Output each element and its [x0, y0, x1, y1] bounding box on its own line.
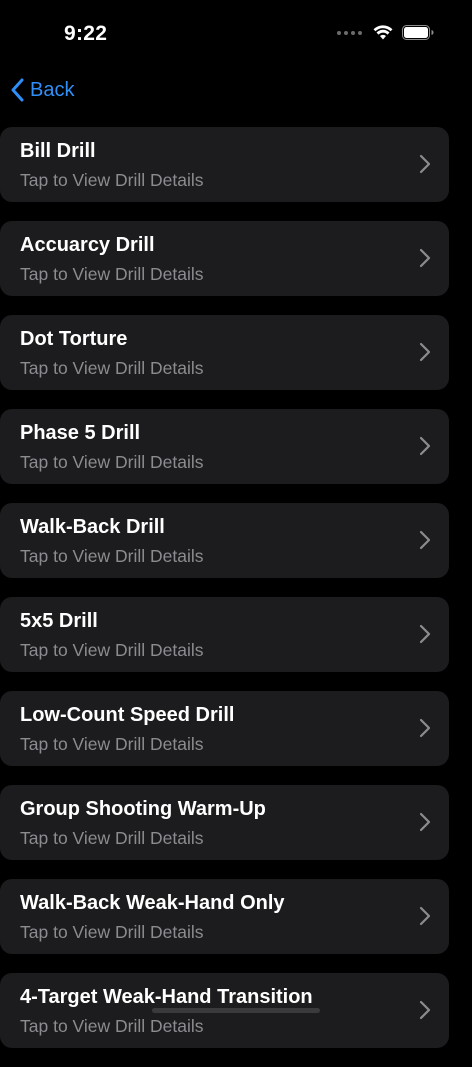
list-item[interactable]: Walk-Back Weak-Hand Only Tap to View Dri… — [0, 879, 449, 954]
list-item[interactable]: Low-Count Speed Drill Tap to View Drill … — [0, 691, 449, 766]
status-icons — [337, 25, 434, 40]
list-item[interactable]: Accuarcy Drill Tap to View Drill Details — [0, 221, 449, 296]
drill-subtitle: Tap to View Drill Details — [20, 452, 204, 472]
list-item[interactable]: 5x5 Drill Tap to View Drill Details — [0, 597, 449, 672]
battery-icon — [402, 25, 434, 40]
chevron-right-icon — [419, 436, 431, 456]
drill-subtitle: Tap to View Drill Details — [20, 546, 204, 566]
back-label: Back — [30, 78, 75, 101]
drill-subtitle: Tap to View Drill Details — [20, 170, 204, 190]
cellular-signal-icon — [337, 30, 362, 35]
wifi-icon — [373, 25, 393, 40]
drill-title: Dot Torture — [20, 328, 128, 350]
drill-title: Low-Count Speed Drill — [20, 704, 235, 726]
chevron-right-icon — [419, 812, 431, 832]
drill-title: Walk-Back Drill — [20, 516, 165, 538]
back-button[interactable]: Back — [10, 78, 74, 102]
chevron-right-icon — [419, 624, 431, 644]
list-item[interactable]: Walk-Back Drill Tap to View Drill Detail… — [0, 503, 449, 578]
chevron-right-icon — [419, 154, 431, 174]
chevron-right-icon — [419, 342, 431, 362]
drill-subtitle: Tap to View Drill Details — [20, 922, 204, 942]
chevron-right-icon — [419, 248, 431, 268]
chevron-left-icon — [11, 78, 24, 102]
drill-subtitle: Tap to View Drill Details — [20, 734, 204, 754]
chevron-right-icon — [419, 906, 431, 926]
drill-title: 4-Target Weak-Hand Transition — [20, 986, 313, 1008]
list-item[interactable]: Bill Drill Tap to View Drill Details — [0, 127, 449, 202]
navigation-bar: Back — [0, 72, 472, 112]
list-item[interactable]: Group Shooting Warm-Up Tap to View Drill… — [0, 785, 449, 860]
drill-title: Walk-Back Weak-Hand Only — [20, 892, 285, 914]
drill-title: Accuarcy Drill — [20, 234, 155, 256]
drill-subtitle: Tap to View Drill Details — [20, 828, 204, 848]
drill-subtitle: Tap to View Drill Details — [20, 640, 204, 660]
drill-title: Bill Drill — [20, 140, 96, 162]
drill-title: Phase 5 Drill — [20, 422, 141, 444]
drill-list: Bill Drill Tap to View Drill Details Acc… — [0, 127, 472, 1067]
chevron-right-icon — [419, 718, 431, 738]
drill-subtitle: Tap to View Drill Details — [20, 264, 204, 284]
status-time: 9:22 — [64, 22, 108, 45]
list-item[interactable]: Dot Torture Tap to View Drill Details — [0, 315, 449, 390]
drill-title: 5x5 Drill — [20, 610, 98, 632]
chevron-right-icon — [419, 530, 431, 550]
status-bar: 9:22 — [0, 0, 472, 70]
drill-title: Group Shooting Warm-Up — [20, 798, 266, 820]
chevron-right-icon — [419, 1000, 431, 1020]
drill-subtitle: Tap to View Drill Details — [20, 358, 204, 378]
home-indicator — [152, 1008, 320, 1013]
list-item[interactable]: Phase 5 Drill Tap to View Drill Details — [0, 409, 449, 484]
drill-subtitle: Tap to View Drill Details — [20, 1016, 204, 1036]
